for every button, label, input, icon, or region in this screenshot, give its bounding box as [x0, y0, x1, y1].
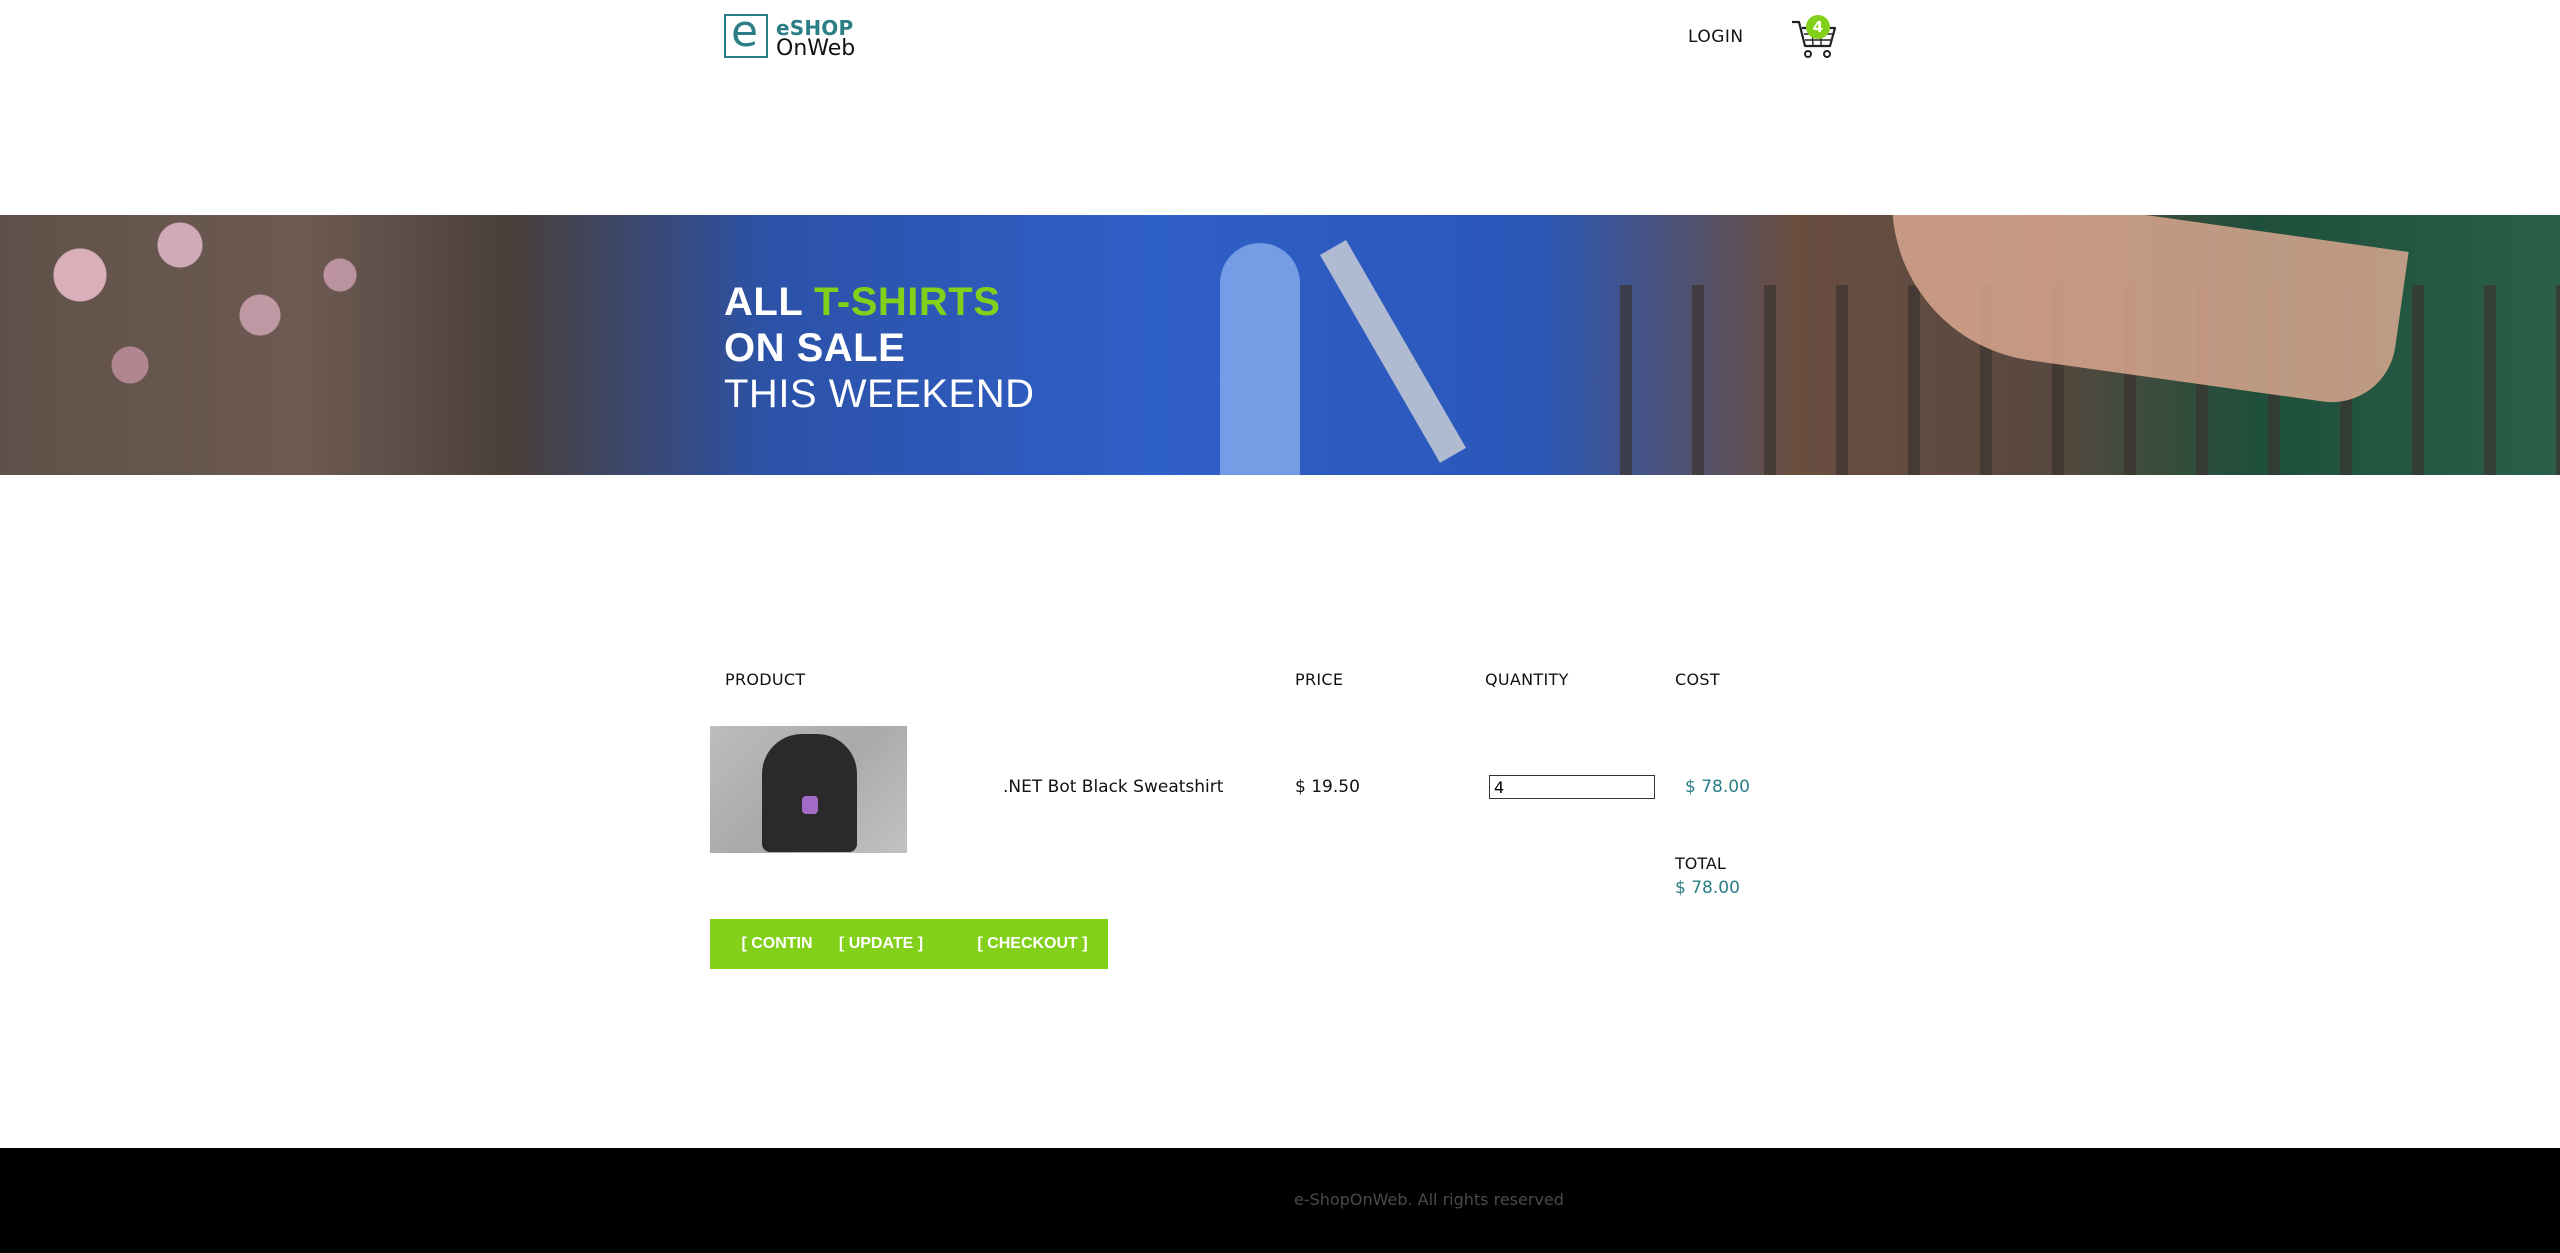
column-header-quantity: QUANTITY	[1485, 670, 1569, 689]
cart-actions-bar: [ CONTIN [ UPDATE ] [ CHECKOUT ]	[710, 919, 1108, 969]
product-price: $ 19.50	[1295, 777, 1360, 797]
hero-line-2: ON SALE	[724, 326, 906, 370]
logo-text-line2: OnWeb	[776, 36, 856, 61]
logo-mark-icon: e	[724, 10, 768, 58]
continue-shopping-button[interactable]: [ CONTIN	[734, 919, 820, 969]
hero-line-1a: ALL	[724, 280, 803, 324]
quantity-input[interactable]	[1489, 775, 1655, 799]
login-link[interactable]: LOGIN	[1688, 27, 1744, 47]
hero-shirt-blade-graphic	[1320, 240, 1466, 463]
hero-line-1: ALL T-SHIRTS	[724, 279, 1034, 325]
hero-headline: ALL T-SHIRTS ON SALE THIS WEEKEND	[724, 279, 1034, 417]
product-cost: $ 78.00	[1685, 777, 1750, 797]
checkout-button[interactable]: [ CHECKOUT ]	[970, 919, 1095, 969]
product-name: .NET Bot Black Sweatshirt	[1003, 777, 1224, 797]
total-label: TOTAL	[1675, 854, 1726, 873]
hero-line-3: THIS WEEKEND	[724, 372, 1035, 416]
cart-count-badge[interactable]: 4	[1806, 15, 1830, 39]
hoodie-graphic	[762, 734, 857, 852]
site-header: e eSHOP OnWeb LOGIN 4	[0, 0, 2560, 215]
column-header-cost: COST	[1675, 670, 1720, 689]
footer-copyright: e-ShopOnWeb. All rights reserved	[1294, 1190, 1564, 1209]
hero-banner: ALL T-SHIRTS ON SALE THIS WEEKEND	[0, 215, 2560, 475]
site-footer: e-ShopOnWeb. All rights reserved	[0, 1148, 2560, 1253]
product-image	[710, 726, 907, 853]
hero-line-1b: T-SHIRTS	[814, 280, 1001, 324]
hero-shirt-graphic	[1220, 243, 1300, 475]
update-cart-button[interactable]: [ UPDATE ]	[831, 919, 931, 969]
hero-flowers-decoration	[40, 215, 400, 475]
column-header-product: PRODUCT	[725, 670, 806, 689]
eshop-logo[interactable]: e eSHOP OnWeb	[724, 10, 856, 61]
column-header-price: PRICE	[1295, 670, 1344, 689]
total-value: $ 78.00	[1675, 878, 1740, 898]
dotnet-bot-logo	[802, 796, 818, 814]
